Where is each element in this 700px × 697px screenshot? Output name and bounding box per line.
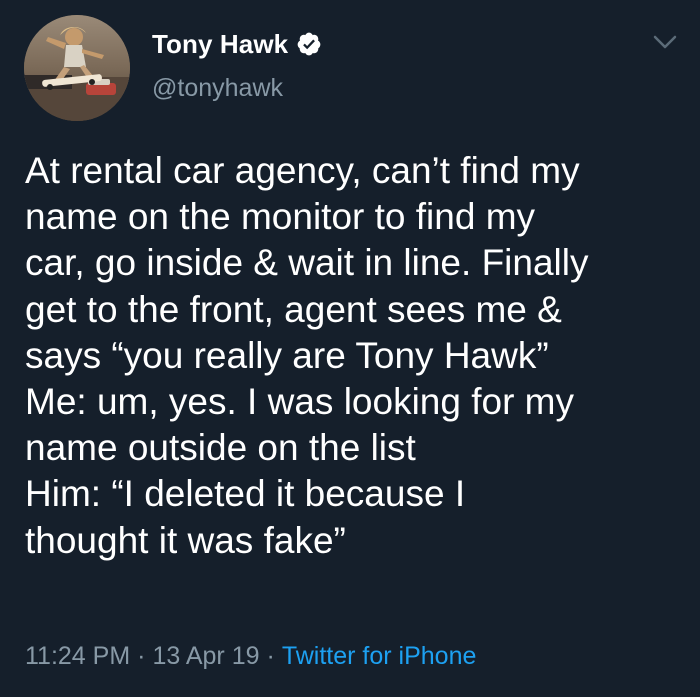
tweet-text-line: At rental car agency, can’t find my	[25, 150, 580, 191]
meta-separator: ·	[137, 642, 146, 670]
chevron-down-icon[interactable]	[650, 30, 680, 54]
tweet-date[interactable]: 13 Apr 19	[152, 642, 259, 670]
avatar[interactable]	[24, 15, 130, 121]
tweet-text-line: Me: um, yes. I was looking for my	[25, 381, 575, 423]
tweet-source-link[interactable]: Twitter for iPhone	[282, 642, 477, 670]
tweet-text: At rental car agency, can’t find my name…	[25, 148, 685, 564]
tweet-text-line: name on the monitor to find my	[25, 196, 536, 238]
tweet-meta: 11:24 PM · 13 Apr 19 · Twitter for iPhone	[25, 642, 476, 671]
tweet-text-line: thought it was fake”	[25, 519, 346, 561]
author-name-row: Tony Hawk	[152, 28, 322, 60]
verified-badge-icon	[296, 31, 322, 57]
tweet-text-line: get to the front, agent sees me &	[25, 288, 562, 330]
tweet-text-line: says “you really are Tony Hawk”	[25, 334, 549, 376]
avatar-photo	[24, 15, 130, 121]
tweet-card: Tony Hawk @tonyhawk At rental car agency…	[0, 0, 700, 697]
meta-separator: ·	[266, 642, 275, 670]
author-display-name[interactable]: Tony Hawk	[152, 29, 288, 60]
author-handle[interactable]: @tonyhawk	[152, 74, 283, 103]
tweet-time[interactable]: 11:24 PM	[25, 642, 130, 670]
tweet-text-line: car, go inside & wait in line. Finally	[25, 242, 589, 284]
tweet-text-line: name outside on the list	[25, 427, 416, 469]
tweet-text-line: Him: “I deleted it because I	[25, 473, 466, 515]
